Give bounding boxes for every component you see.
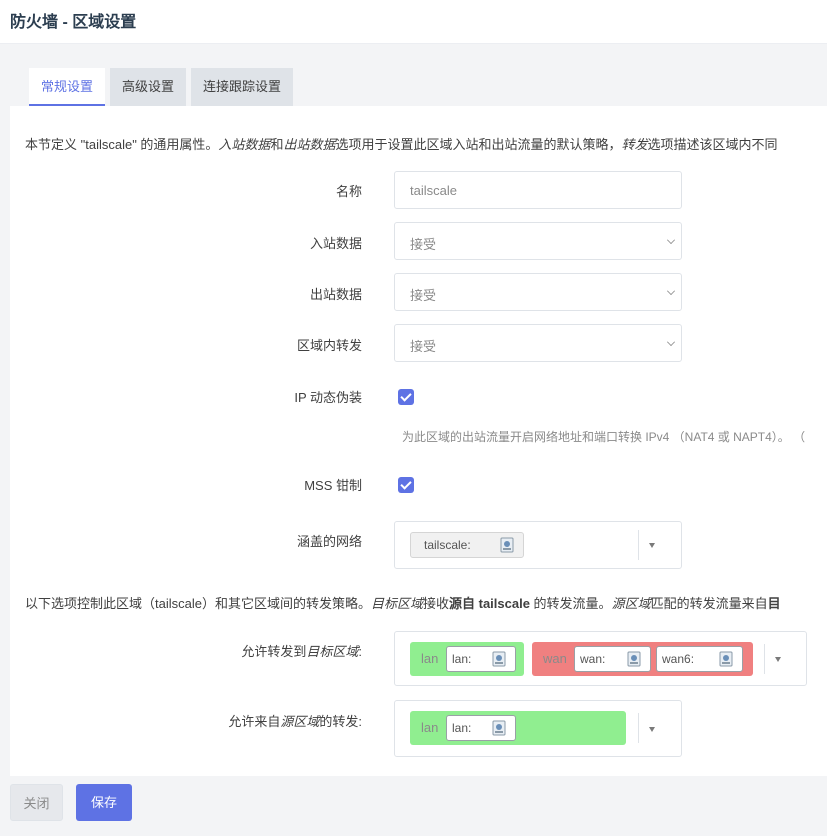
forward-from-src-label: 允许来自源区域的转发: xyxy=(228,714,362,729)
network-icon xyxy=(719,651,733,667)
forward-policy-label: 区域内转发 xyxy=(296,338,362,353)
output-policy-select[interactable]: 接受 xyxy=(394,273,682,311)
page-header: 防火墙 - 区域设置 xyxy=(0,0,827,44)
tab-conntrack[interactable]: 连接跟踪设置 xyxy=(191,68,294,106)
dropdown-arrow-icon[interactable] xyxy=(775,657,781,662)
input-policy-label: 入站数据 xyxy=(309,236,362,251)
name-input[interactable]: tailscale xyxy=(394,171,682,209)
dropdown-arrow-icon[interactable] xyxy=(649,727,655,732)
forward-to-dest-label: 允许转发到目标区域: xyxy=(241,644,362,659)
output-policy-label: 出站数据 xyxy=(309,287,362,302)
forward-policy-value: 接受 xyxy=(410,339,437,354)
input-policy-value: 接受 xyxy=(410,237,437,252)
zone-chip-lan: lan lan: xyxy=(410,711,626,745)
chevron-down-icon xyxy=(667,236,675,244)
zone-network-chip: wan6: xyxy=(656,646,743,672)
general-description: 本节定义 "tailscale" 的通用属性。入站数据和出站数据选项用于设置此区… xyxy=(25,137,778,152)
network-icon xyxy=(492,720,506,736)
network-chip-label: tailscale: xyxy=(424,538,471,552)
masquerading-checkbox[interactable] xyxy=(398,389,414,405)
dropdown-arrow-icon[interactable] xyxy=(649,543,655,548)
zone-chip-wan: wan wan: wan6: xyxy=(532,642,753,676)
input-policy-select[interactable]: 接受 xyxy=(394,222,682,260)
zone-chip-lan: lan lan: xyxy=(410,642,524,676)
chevron-down-icon xyxy=(667,338,675,346)
masquerading-help: 为此区域的出站流量开启网络地址和端口转换 IPv4 （NAT4 或 NAPT4）… xyxy=(402,430,806,444)
covered-networks-select[interactable]: tailscale: xyxy=(394,521,682,569)
zone-network-chip: lan: xyxy=(446,715,516,741)
network-icon xyxy=(627,651,641,667)
tab-general[interactable]: 常规设置 xyxy=(29,68,106,106)
forward-policy-select[interactable]: 接受 xyxy=(394,324,682,362)
forward-dest-zones-select[interactable]: lan lan: wan wan: wan6: xyxy=(394,631,807,686)
name-label: 名称 xyxy=(335,184,362,199)
close-button[interactable]: 关闭 xyxy=(10,784,63,821)
zone-name: wan xyxy=(543,651,567,666)
name-value: tailscale xyxy=(410,183,457,198)
masquerading-label: IP 动态伪装 xyxy=(294,390,362,405)
page-title: 防火墙 - 区域设置 xyxy=(10,14,137,31)
covered-networks-label: 涵盖的网络 xyxy=(296,534,362,549)
save-button[interactable]: 保存 xyxy=(76,784,132,821)
zone-network-chip: lan: xyxy=(446,646,516,672)
network-chip: tailscale: xyxy=(410,532,524,558)
tab-advanced[interactable]: 高级设置 xyxy=(110,68,187,106)
forward-src-zones-select[interactable]: lan lan: xyxy=(394,700,682,757)
mss-clamping-label: MSS 钳制 xyxy=(304,478,362,493)
zone-name: lan xyxy=(421,651,439,666)
network-icon xyxy=(500,537,514,553)
output-policy-value: 接受 xyxy=(410,288,437,303)
zone-name: lan xyxy=(421,720,439,735)
network-icon xyxy=(492,651,506,667)
zone-network-chip: wan: xyxy=(574,646,651,672)
settings-panel: 本节定义 "tailscale" 的通用属性。入站数据和出站数据选项用于设置此区… xyxy=(10,106,827,776)
chevron-down-icon xyxy=(667,287,675,295)
tab-bar: 常规设置 高级设置 连接跟踪设置 xyxy=(29,68,298,106)
forwarding-description: 以下选项控制此区域（tailscale）和其它区域间的转发策略。目标区域接收源自… xyxy=(25,596,781,611)
mss-clamping-checkbox[interactable] xyxy=(398,477,414,493)
